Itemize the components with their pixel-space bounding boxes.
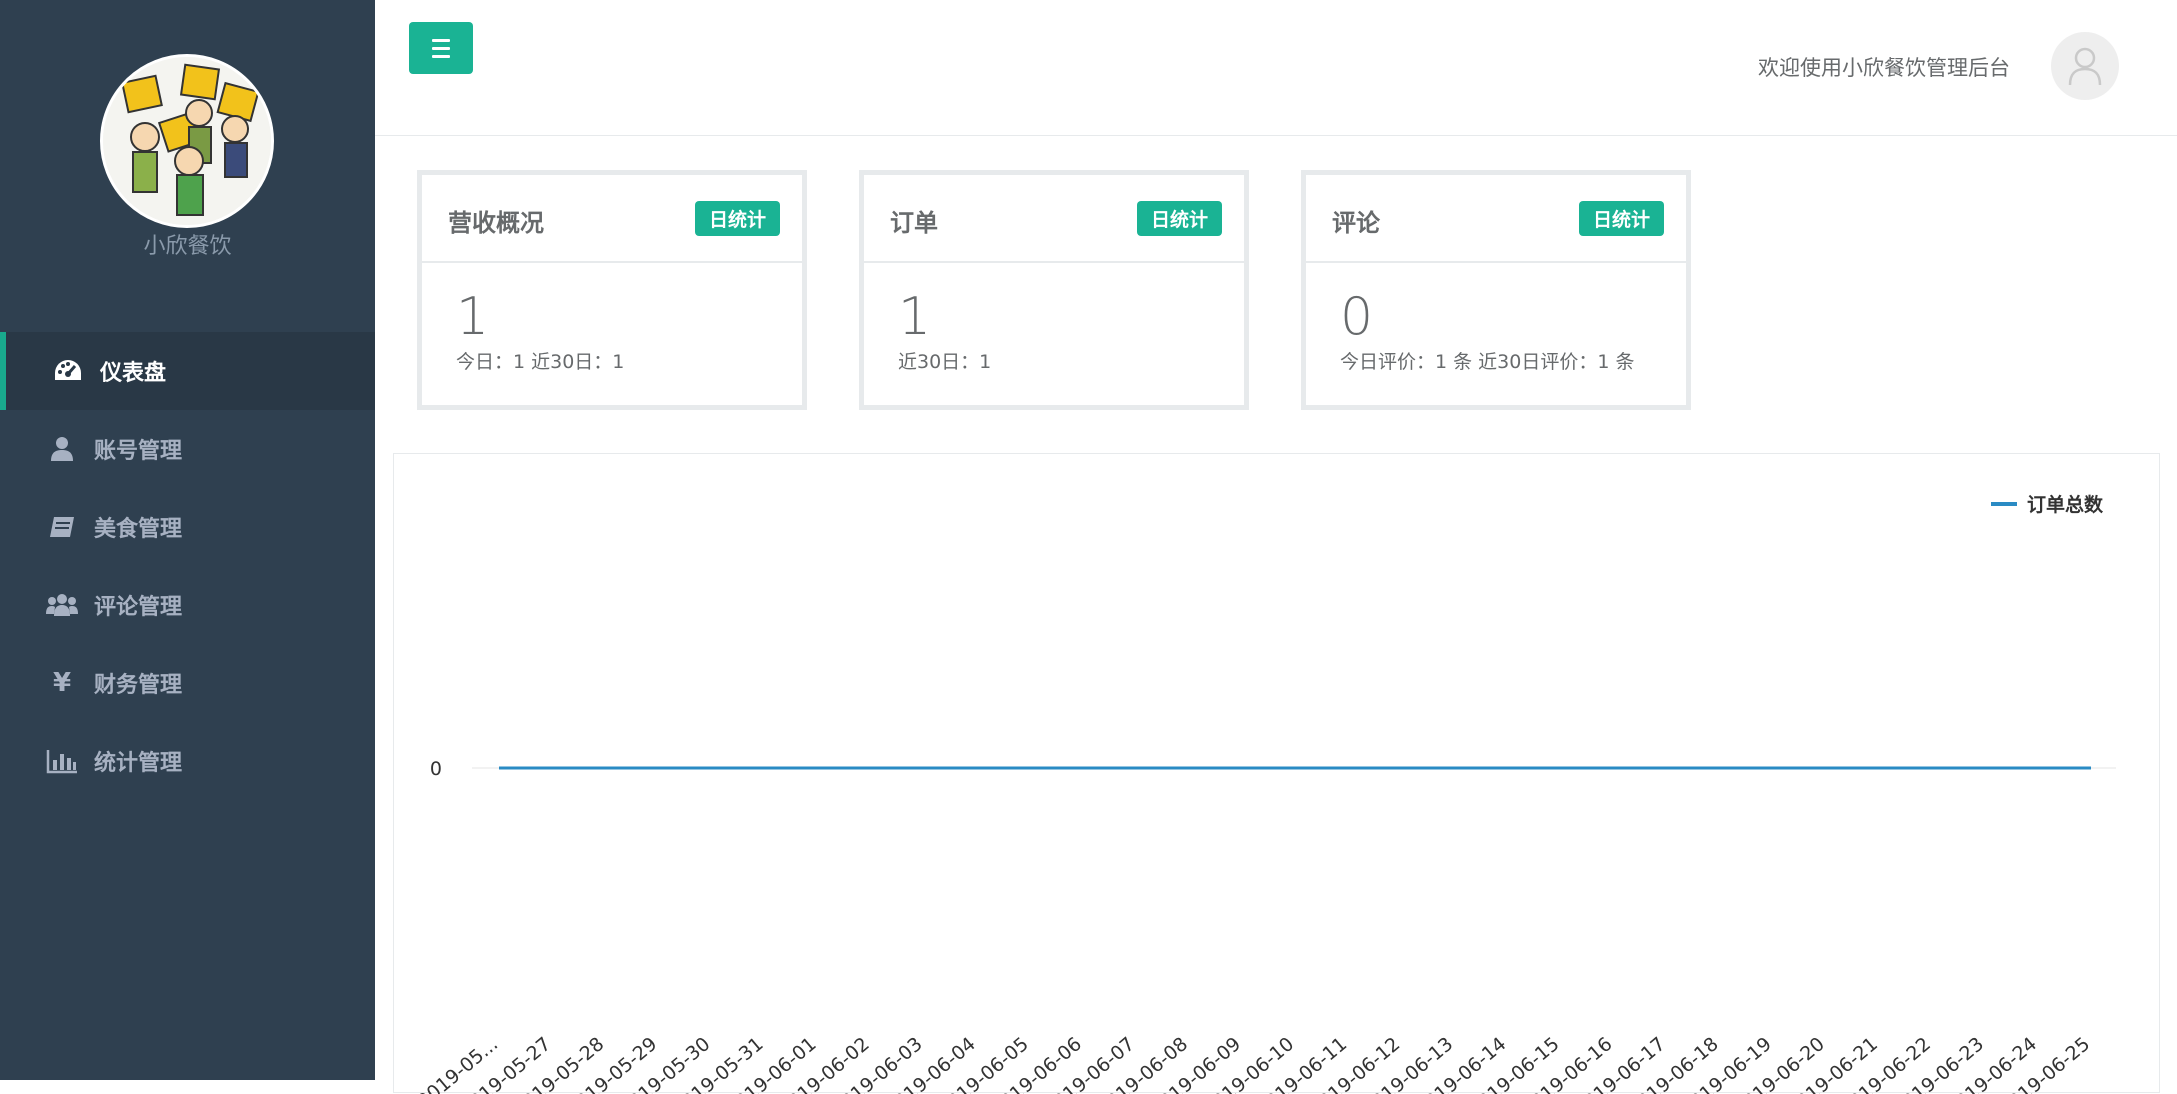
user-avatar-icon bbox=[2068, 47, 2102, 86]
hamburger-icon-line bbox=[432, 46, 450, 50]
hamburger-icon bbox=[432, 38, 450, 42]
brand-name: 小欣餐饮 bbox=[143, 234, 232, 259]
sidebar-item-comments[interactable]: 评论管理 bbox=[0, 566, 375, 644]
stat-card-orders: 订单 日统计 1 近30日：1 bbox=[859, 170, 1249, 410]
stat-card-header: 营收概况 日统计 bbox=[422, 175, 802, 263]
hamburger-icon-line bbox=[432, 54, 450, 58]
stat-card-header: 评论 日统计 bbox=[1306, 175, 1686, 263]
y-tick-label: 0 bbox=[430, 758, 442, 780]
stat-card-title: 评论 bbox=[1332, 209, 1380, 237]
sidebar-item-label: 统计管理 bbox=[94, 751, 183, 776]
book-icon bbox=[44, 515, 80, 539]
sidebar-item-food[interactable]: 美食管理 bbox=[0, 488, 375, 566]
top-navbar: 欢迎使用小欣餐饮管理后台 bbox=[375, 0, 2177, 136]
users-icon bbox=[44, 592, 80, 618]
brand-logo bbox=[100, 54, 274, 228]
stat-card-title: 订单 bbox=[890, 209, 938, 237]
sidebar: 小欣餐饮 仪表盘 账号管理 美食管理 评论管理 ¥ 财务管理 统计管理 bbox=[0, 0, 375, 1080]
stat-card-value: 1 bbox=[898, 287, 932, 347]
stat-card-badge: 日统计 bbox=[1136, 201, 1222, 236]
menu-toggle-button[interactable] bbox=[409, 22, 473, 74]
stat-card-title: 营收概况 bbox=[448, 209, 544, 237]
stat-card-subtext: 今日：1 近30日：1 bbox=[456, 351, 625, 373]
stat-card-subtext: 今日评价：1 条 近30日评价：1 条 bbox=[1340, 351, 1635, 373]
user-icon bbox=[44, 436, 80, 462]
sidebar-item-label: 账号管理 bbox=[94, 439, 183, 464]
sidebar-item-accounts[interactable]: 账号管理 bbox=[0, 410, 375, 488]
sidebar-item-dashboard[interactable]: 仪表盘 bbox=[0, 332, 375, 410]
dashboard-icon bbox=[50, 358, 86, 384]
stat-card-revenue: 营收概况 日统计 1 今日：1 近30日：1 bbox=[417, 170, 807, 410]
bar-chart-icon bbox=[44, 748, 80, 774]
stat-card-header: 订单 日统计 bbox=[864, 175, 1244, 263]
sidebar-item-label: 评论管理 bbox=[94, 595, 183, 620]
stat-card-badge: 日统计 bbox=[1578, 201, 1664, 236]
sidebar-item-statistics[interactable]: 统计管理 bbox=[0, 722, 375, 800]
stat-card-value: 1 bbox=[456, 287, 490, 347]
sidebar-item-label: 仪表盘 bbox=[100, 361, 167, 386]
cartoon-logo-image bbox=[103, 57, 271, 225]
stat-card-value: 0 bbox=[1340, 287, 1374, 347]
sidebar-nav: 仪表盘 账号管理 美食管理 评论管理 ¥ 财务管理 统计管理 bbox=[0, 332, 375, 800]
welcome-text: 欢迎使用小欣餐饮管理后台 bbox=[1758, 56, 2010, 80]
sidebar-item-finance[interactable]: ¥ 财务管理 bbox=[0, 644, 375, 722]
stat-card-subtext: 近30日：1 bbox=[898, 351, 992, 373]
stat-card-badge: 日统计 bbox=[694, 201, 780, 236]
yen-icon: ¥ bbox=[52, 668, 72, 698]
orders-chart-panel: 订单总数 0 2019-05... 2019-05-27 2019-05-28 2019… bbox=[393, 453, 2160, 1094]
user-avatar[interactable] bbox=[2051, 32, 2119, 100]
stat-card-comments: 评论 日统计 0 今日评价：1 条 近30日评价：1 条 bbox=[1301, 170, 1691, 410]
sidebar-item-label: 财务管理 bbox=[94, 673, 183, 698]
sidebar-item-label: 美食管理 bbox=[94, 517, 183, 542]
line-chart: 02019-05...2019-05-272019-05-282019-05-2… bbox=[413, 758, 2116, 1094]
